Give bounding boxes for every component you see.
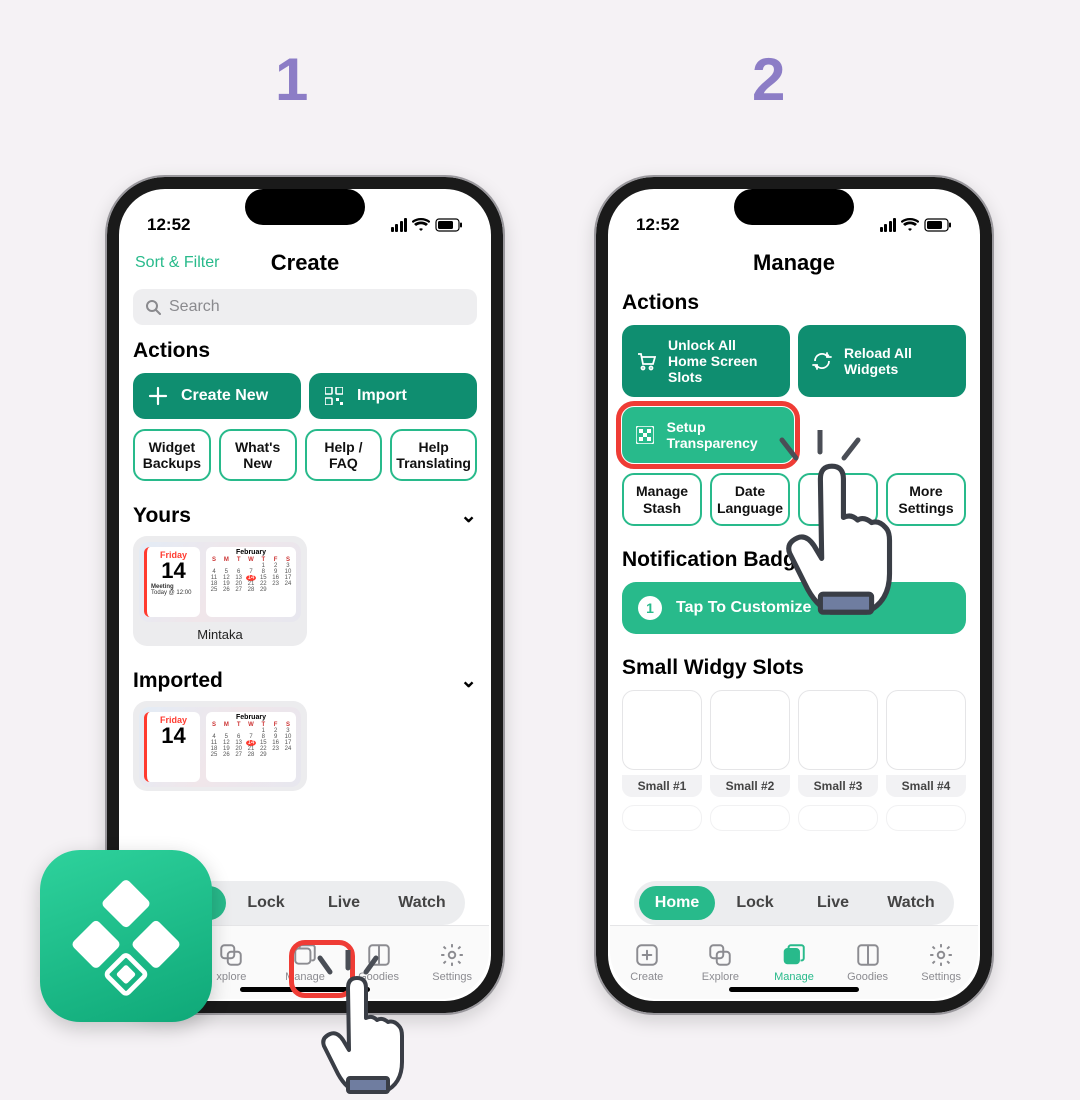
- slot-small-2[interactable]: Small #2: [710, 690, 790, 797]
- search-placeholder: Search: [169, 298, 220, 316]
- step-number-1: 1: [275, 45, 308, 114]
- widget-card-mintaka[interactable]: Friday 14 MeetingToday @ 12:00 February …: [133, 536, 307, 646]
- tap-to-customize-button[interactable]: 1 Tap To Customize: [622, 582, 966, 634]
- more-settings-button[interactable]: More Settings: [886, 473, 966, 525]
- app-icon: [40, 850, 212, 1022]
- cart-icon: [636, 350, 656, 372]
- import-button[interactable]: Import: [309, 373, 477, 419]
- battery-icon: [924, 218, 952, 232]
- hidden-pill-button[interactable]: [798, 473, 878, 525]
- wifi-icon: [412, 218, 430, 232]
- section-notification-badge: Notification Badge: [622, 548, 966, 572]
- slot-small-3[interactable]: Small #3: [798, 690, 878, 797]
- dynamic-island: [245, 189, 365, 225]
- widget-card-imported[interactable]: Friday 14 February SMTWTFS12345678910111…: [133, 701, 307, 791]
- unlock-slots-button[interactable]: Unlock All Home Screen Slots: [622, 325, 790, 397]
- checker-icon: [636, 424, 655, 446]
- page-title: Manage: [753, 250, 835, 276]
- help-faq-button[interactable]: Help / FAQ: [305, 429, 383, 481]
- help-translating-button[interactable]: Help Translating: [390, 429, 477, 481]
- reload-icon: [812, 350, 832, 372]
- imported-section-toggle[interactable]: Imported ⌄: [133, 668, 477, 693]
- manage-stash-button[interactable]: Manage Stash: [622, 473, 702, 525]
- section-actions: Actions: [622, 291, 966, 315]
- tab-home[interactable]: Home: [639, 886, 715, 920]
- home-indicator[interactable]: [240, 987, 370, 992]
- reload-widgets-button[interactable]: Reload All Widgets: [798, 325, 966, 397]
- filter-tabs: Home Lock Live Watch: [634, 881, 954, 925]
- tab-live[interactable]: Live: [306, 886, 382, 920]
- badge-number: 1: [638, 596, 662, 620]
- search-icon: [145, 299, 161, 315]
- whats-new-button[interactable]: What's New: [219, 429, 297, 481]
- nav-settings[interactable]: Settings: [904, 926, 978, 999]
- yours-section-toggle[interactable]: Yours ⌄: [133, 503, 477, 528]
- tab-lock[interactable]: Lock: [717, 886, 793, 920]
- tab-live[interactable]: Live: [795, 886, 871, 920]
- slot-small-1[interactable]: Small #1: [622, 690, 702, 797]
- tab-lock[interactable]: Lock: [228, 886, 304, 920]
- battery-icon: [435, 218, 463, 232]
- widget-backups-button[interactable]: Widget Backups: [133, 429, 211, 481]
- setup-transparency-button[interactable]: Setup Transparency: [622, 407, 794, 463]
- plus-icon: [147, 385, 169, 407]
- status-time: 12:52: [147, 215, 190, 235]
- phone-2: 12:52 Manage Actions Unlock All Home Scr…: [594, 175, 994, 1015]
- tab-watch[interactable]: Watch: [384, 886, 460, 920]
- qr-icon: [323, 385, 345, 407]
- home-indicator[interactable]: [729, 987, 859, 992]
- calendar-grid: February SMTWTFS123456789101112131415161…: [206, 547, 296, 617]
- status-time: 12:52: [636, 215, 679, 235]
- date-language-button[interactable]: Date Language: [710, 473, 790, 525]
- create-new-button[interactable]: Create New: [133, 373, 301, 419]
- page-title: Create: [271, 250, 339, 276]
- section-actions: Actions: [133, 339, 477, 363]
- chevron-down-icon: ⌄: [460, 668, 477, 693]
- nav-create[interactable]: Create: [610, 926, 684, 999]
- slot-small-4[interactable]: Small #4: [886, 690, 966, 797]
- cellular-icon: [391, 218, 408, 232]
- chevron-down-icon: ⌄: [460, 503, 477, 528]
- nav-settings[interactable]: Settings: [415, 926, 489, 999]
- sort-filter-link[interactable]: Sort & Filter: [135, 254, 219, 272]
- search-input[interactable]: Search: [133, 289, 477, 325]
- section-small-slots: Small Widgy Slots: [622, 656, 966, 680]
- tab-watch[interactable]: Watch: [873, 886, 949, 920]
- dynamic-island: [734, 189, 854, 225]
- cellular-icon: [880, 218, 897, 232]
- wifi-icon: [901, 218, 919, 232]
- calendar-grid: February SMTWTFS123456789101112131415161…: [206, 712, 296, 782]
- step-number-2: 2: [752, 45, 785, 114]
